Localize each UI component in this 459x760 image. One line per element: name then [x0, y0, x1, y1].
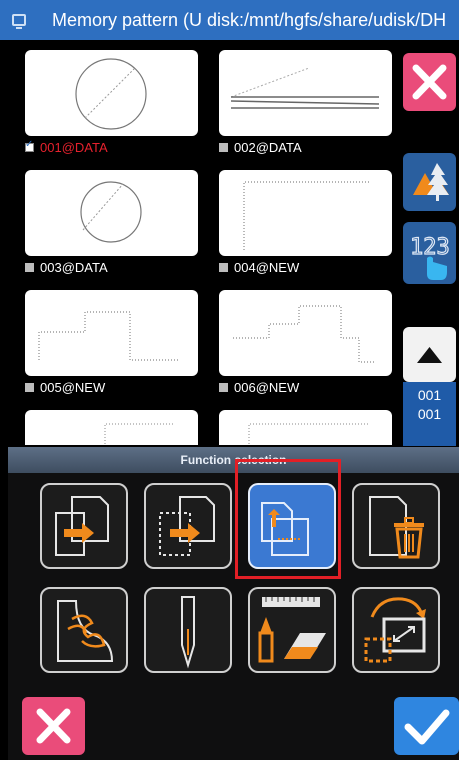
resize-rotate-icon — [364, 597, 426, 663]
pattern-label: 003@DATA — [40, 260, 108, 275]
import-outline-icon — [159, 496, 215, 556]
checkbox[interactable] — [25, 263, 34, 272]
delete-pattern-button[interactable] — [352, 483, 440, 569]
needle-button[interactable] — [144, 587, 232, 673]
checkbox[interactable] — [219, 383, 228, 392]
import-pattern-icon — [55, 496, 109, 556]
number-input-button[interactable]: 123 — [403, 222, 456, 284]
confirm-button[interactable] — [394, 697, 459, 755]
pattern-grid: 001@DATA 002@DATA 003@DATA 004@NEW 005@N… — [0, 40, 400, 445]
pattern-view-button[interactable] — [403, 153, 456, 211]
page-up-button[interactable] — [403, 327, 456, 382]
checkbox[interactable] — [219, 263, 228, 272]
pattern-thumbnail — [219, 50, 392, 136]
page-total: 001 — [417, 406, 442, 422]
embroidery-fill-icon — [57, 600, 114, 662]
measure-edit-icon — [258, 597, 326, 663]
app-icon — [12, 14, 26, 29]
pattern-label: 006@NEW — [234, 380, 300, 395]
pattern-thumbnail — [219, 290, 392, 376]
pattern-label: 004@NEW — [234, 260, 300, 275]
pattern-label: 005@NEW — [40, 380, 106, 395]
title-bar: Memory pattern (U disk:/mnt/hgfs/share/u… — [0, 0, 459, 40]
pattern-thumbnail — [219, 170, 392, 256]
close-button[interactable] — [403, 53, 456, 111]
cancel-button[interactable] — [22, 697, 85, 755]
checkbox[interactable] — [25, 383, 34, 392]
resize-rotate-button[interactable] — [352, 587, 440, 673]
selection-highlight — [235, 459, 341, 579]
dialog-title: Function selection — [8, 447, 459, 473]
pattern-thumbnail — [25, 290, 198, 376]
import-pattern-button[interactable] — [40, 483, 128, 569]
tree-pattern-icon — [413, 163, 449, 201]
import-outline-button[interactable] — [144, 483, 232, 569]
embroidery-fill-button[interactable] — [40, 587, 128, 673]
delete-pattern-icon — [369, 496, 424, 559]
number-touch-icon: 123 — [409, 234, 450, 280]
svg-text:123: 123 — [410, 235, 450, 260]
page-indicator: 001 001 — [403, 382, 456, 446]
arrow-up-icon — [417, 347, 442, 363]
pattern-thumbnail — [25, 170, 198, 256]
close-icon — [36, 708, 71, 744]
pattern-thumbnail — [25, 410, 198, 445]
needle-icon — [181, 596, 195, 669]
selected-checkbox[interactable] — [25, 139, 34, 152]
pattern-label: 002@DATA — [234, 140, 302, 155]
pattern-thumbnail — [25, 50, 198, 136]
close-icon — [412, 64, 447, 100]
measure-edit-button[interactable] — [248, 587, 336, 673]
checkbox[interactable] — [219, 143, 228, 152]
pattern-label: 001@DATA — [40, 140, 108, 155]
window-title: Memory pattern (U disk:/mnt/hgfs/share/u… — [52, 9, 447, 30]
page-current: 001 — [417, 387, 442, 403]
checkmark-icon — [404, 709, 450, 745]
pattern-thumbnail — [219, 410, 392, 445]
